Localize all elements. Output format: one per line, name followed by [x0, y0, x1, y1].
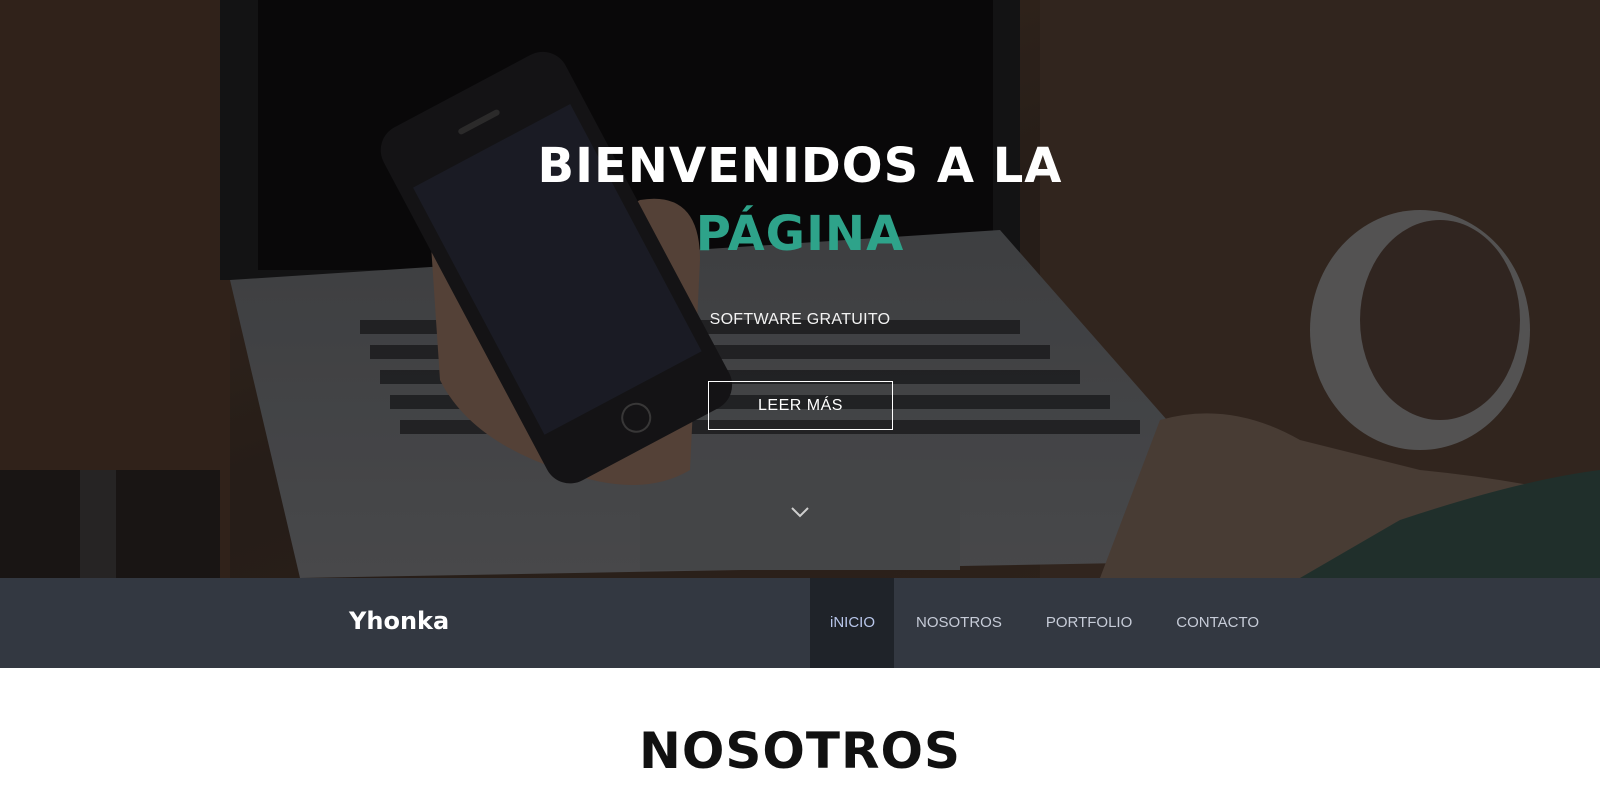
brand-logo[interactable]: Yhonka — [349, 607, 449, 635]
nav-item-inicio[interactable]: iNICIO — [810, 578, 894, 668]
main-navbar: Yhonka iNICIO NOSOTROS PORTFOLIO CONTACT… — [0, 578, 1600, 668]
hero-title-accent: PÁGINA — [695, 206, 905, 262]
nav-item-portfolio[interactable]: PORTFOLIO — [1024, 578, 1154, 668]
read-more-button[interactable]: LEER MÁS — [708, 381, 893, 430]
hero-title: BIENVENIDOS A LA PÁGINA — [0, 132, 1600, 268]
hero-title-line1: BIENVENIDOS A LA — [537, 138, 1063, 194]
chevron-down-icon[interactable] — [788, 503, 812, 521]
nav-item-contacto[interactable]: CONTACTO — [1154, 578, 1281, 668]
hero-section: BIENVENIDOS A LA PÁGINA SOFTWARE GRATUIT… — [0, 0, 1600, 578]
nav-menu: iNICIO NOSOTROS PORTFOLIO CONTACTO — [810, 578, 1281, 668]
nav-item-nosotros[interactable]: NOSOTROS — [894, 578, 1024, 668]
hero-subtitle: SOFTWARE GRATUITO — [709, 311, 891, 328]
section-title-nosotros: NOSOTROS — [639, 722, 961, 780]
hero-content: BIENVENIDOS A LA PÁGINA SOFTWARE GRATUIT… — [0, 0, 1600, 578]
